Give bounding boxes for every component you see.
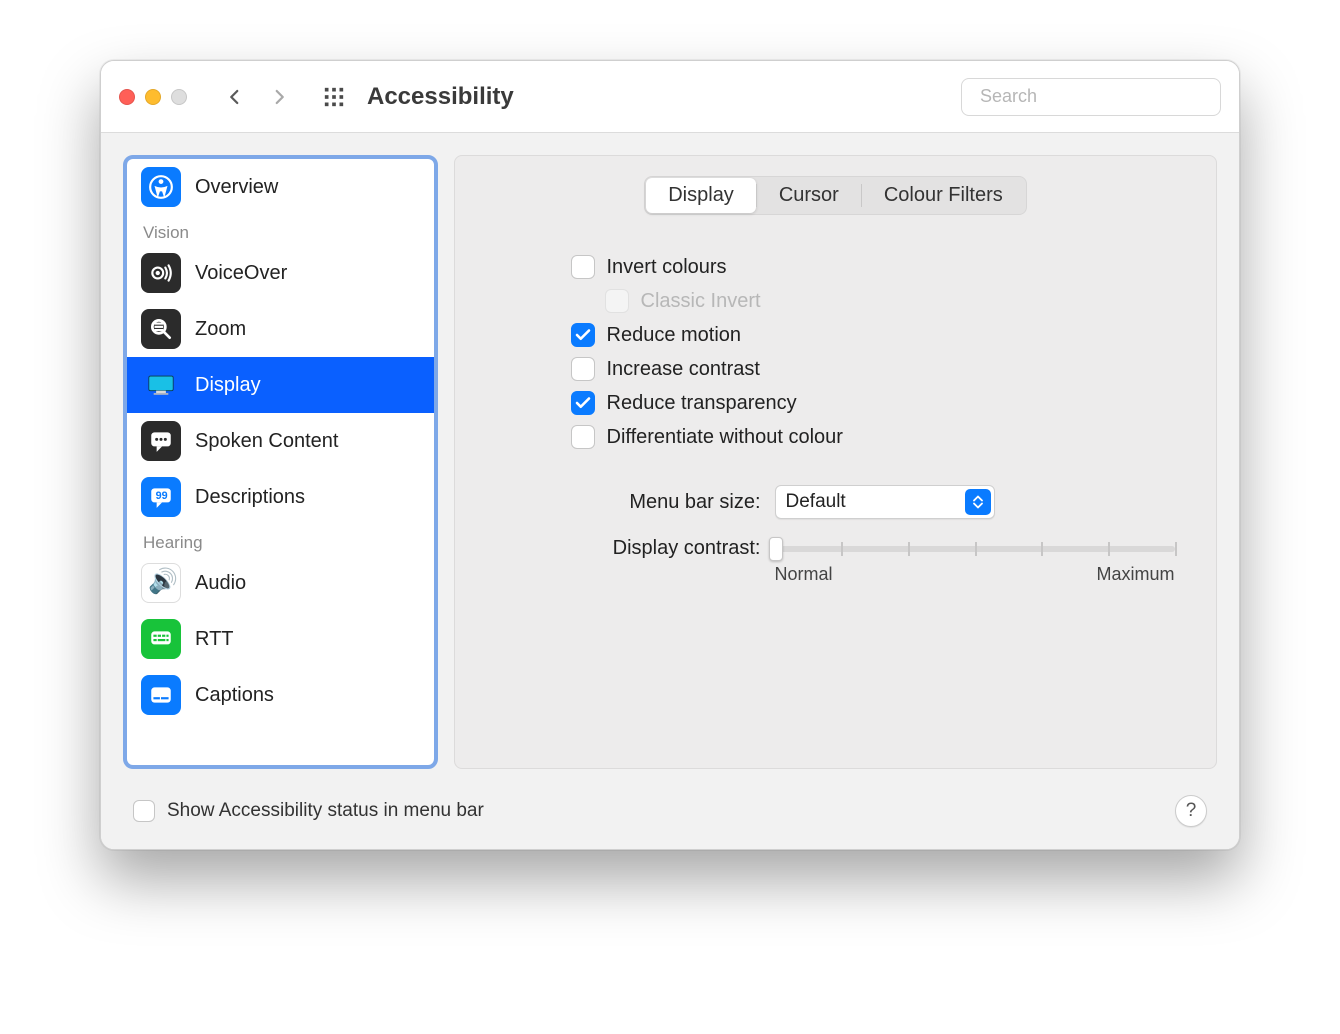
zoom-window-button[interactable] [171, 89, 187, 105]
svg-text:99: 99 [156, 490, 168, 502]
display-tabs: Display Cursor Colour Filters [644, 176, 1027, 215]
tab-display[interactable]: Display [646, 178, 756, 213]
option-reduce-transparency[interactable]: Reduce transparency [571, 391, 1131, 415]
option-label: Classic Invert [641, 290, 761, 313]
menu-bar-size-label: Menu bar size: [571, 491, 761, 514]
sidebar: Overview Vision VoiceOver Zoom [123, 155, 438, 769]
accessibility-preferences-window: Accessibility Overview Vision [100, 60, 1240, 850]
sidebar-item-label: Overview [195, 176, 278, 199]
forward-button[interactable] [265, 83, 293, 111]
rtt-icon [141, 619, 181, 659]
main-panel: Display Cursor Colour Filters Invert col… [454, 155, 1217, 769]
chevron-left-icon [226, 88, 244, 106]
sidebar-section-hearing: Hearing [127, 525, 434, 555]
option-classic-invert: Classic Invert [605, 289, 1131, 313]
select-value: Default [786, 491, 846, 513]
display-contrast-slider[interactable] [775, 546, 1175, 552]
sidebar-item-rtt[interactable]: RTT [127, 611, 434, 667]
sidebar-item-label: Display [195, 374, 261, 397]
slider-max-label: Maximum [1096, 564, 1174, 585]
audio-icon: 🔊 [141, 563, 181, 603]
descriptions-icon: 99 [141, 477, 181, 517]
footer-label: Show Accessibility status in menu bar [167, 800, 484, 822]
tab-colour-filters[interactable]: Colour Filters [862, 178, 1025, 213]
option-label: Differentiate without colour [607, 426, 843, 449]
search-field[interactable] [961, 78, 1221, 116]
select-stepper-icon [965, 489, 991, 515]
show-all-button[interactable] [323, 86, 345, 108]
question-mark-icon: ? [1186, 800, 1197, 822]
sidebar-section-vision: Vision [127, 215, 434, 245]
option-increase-contrast[interactable]: Increase contrast [571, 357, 1131, 381]
chevron-right-icon [270, 88, 288, 106]
option-differentiate-without-colour[interactable]: Differentiate without colour [571, 425, 1131, 449]
back-button[interactable] [221, 83, 249, 111]
content-area: Overview Vision VoiceOver Zoom [101, 133, 1239, 849]
display-options: Invert colours Classic Invert Reduce mot… [571, 255, 1131, 585]
sidebar-item-label: Zoom [195, 318, 246, 341]
sidebar-item-label: Descriptions [195, 486, 305, 509]
checkbox-increase-contrast[interactable] [571, 357, 595, 381]
close-window-button[interactable] [119, 89, 135, 105]
footer: Show Accessibility status in menu bar ? [123, 791, 1217, 827]
option-label: Increase contrast [607, 358, 760, 381]
search-input[interactable] [980, 86, 1212, 107]
check-icon [574, 326, 592, 344]
sidebar-item-label: VoiceOver [195, 262, 287, 285]
spoken-content-icon [141, 421, 181, 461]
sidebar-item-spoken-content[interactable]: Spoken Content [127, 413, 434, 469]
help-button[interactable]: ? [1175, 795, 1207, 827]
sidebar-item-captions[interactable]: Captions [127, 667, 434, 723]
display-contrast-label: Display contrast: [571, 537, 761, 560]
slider-thumb[interactable] [769, 537, 783, 561]
option-invert-colours[interactable]: Invert colours [571, 255, 1131, 279]
display-contrast-row: Display contrast: No [571, 537, 1131, 585]
grid-icon [323, 86, 345, 108]
checkbox-show-status[interactable] [133, 800, 155, 822]
window-title: Accessibility [367, 83, 514, 111]
checkbox-differentiate-without-colour[interactable] [571, 425, 595, 449]
captions-icon [141, 675, 181, 715]
sidebar-item-overview[interactable]: Overview [127, 159, 434, 215]
zoom-icon [141, 309, 181, 349]
sidebar-item-descriptions[interactable]: 99 Descriptions [127, 469, 434, 525]
checkbox-classic-invert [605, 289, 629, 313]
minimize-window-button[interactable] [145, 89, 161, 105]
window-controls [119, 89, 187, 105]
sidebar-item-label: Audio [195, 572, 246, 595]
sidebar-item-label: Captions [195, 684, 274, 707]
sidebar-item-voiceover[interactable]: VoiceOver [127, 245, 434, 301]
sidebar-item-label: RTT [195, 628, 234, 651]
checkbox-reduce-transparency[interactable] [571, 391, 595, 415]
tab-cursor[interactable]: Cursor [757, 178, 861, 213]
sidebar-item-display[interactable]: Display [127, 357, 434, 413]
menu-bar-size-row: Menu bar size: Default [571, 485, 1131, 519]
sidebar-item-label: Spoken Content [195, 430, 338, 453]
toolbar: Accessibility [101, 61, 1239, 133]
overview-icon [141, 167, 181, 207]
check-icon [574, 394, 592, 412]
sidebar-item-zoom[interactable]: Zoom [127, 301, 434, 357]
option-label: Reduce transparency [607, 392, 797, 415]
option-reduce-motion[interactable]: Reduce motion [571, 323, 1131, 347]
menu-bar-size-select[interactable]: Default [775, 485, 995, 519]
slider-min-label: Normal [775, 564, 833, 585]
sidebar-item-audio[interactable]: 🔊 Audio [127, 555, 434, 611]
checkbox-reduce-motion[interactable] [571, 323, 595, 347]
checkbox-invert-colours[interactable] [571, 255, 595, 279]
option-label: Invert colours [607, 256, 727, 279]
voiceover-icon [141, 253, 181, 293]
option-label: Reduce motion [607, 324, 742, 347]
display-icon [141, 365, 181, 405]
